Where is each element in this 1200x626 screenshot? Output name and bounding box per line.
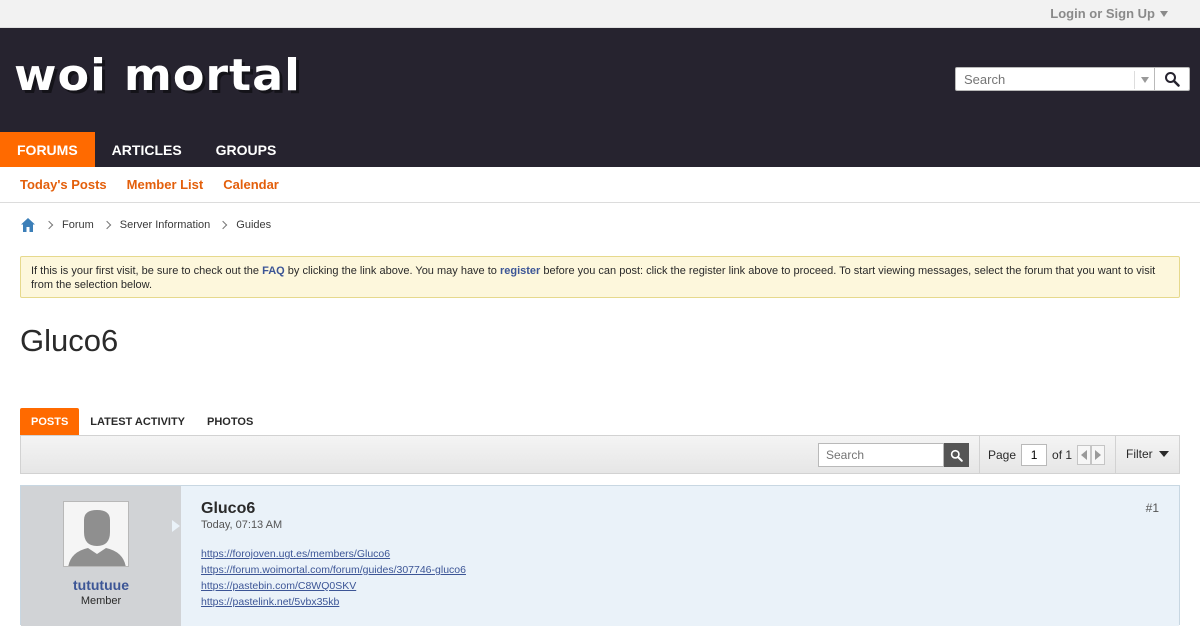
header-search	[955, 67, 1190, 91]
caret-down-icon	[1158, 451, 1169, 457]
post-date: Today, 07:13 AM	[201, 519, 283, 531]
login-label: Login or Sign Up	[1050, 6, 1155, 21]
arrow-right-icon	[1095, 450, 1102, 460]
tab-latest-activity[interactable]: LATEST ACTIVITY	[79, 408, 196, 435]
pagination: Page of 1	[988, 443, 1106, 467]
tab-photos[interactable]: PHOTOS	[196, 408, 264, 435]
post-link[interactable]: https://forojoven.ugt.es/members/Gluco6	[201, 546, 466, 562]
search-options-dropdown[interactable]	[1134, 71, 1154, 89]
subnav-member-list[interactable]: Member List	[127, 177, 204, 192]
sub-nav: Today's Posts Member List Calendar	[0, 167, 1200, 203]
post-link[interactable]: https://pastelink.net/5vbx35kb	[201, 594, 466, 610]
toolbar-search-button[interactable]	[944, 443, 969, 467]
toolbar-search-box	[818, 443, 944, 467]
notice-text: by clicking the link above. You may have…	[284, 265, 500, 277]
post-body: Gluco6 Today, 07:13 AM #1 https://forojo…	[181, 486, 1179, 626]
divider	[1115, 436, 1116, 473]
divider	[979, 436, 980, 473]
caret-down-icon	[1140, 77, 1149, 83]
post-author-name[interactable]: tututuue	[21, 577, 181, 593]
chevron-right-icon	[44, 220, 54, 230]
subnav-todays-posts[interactable]: Today's Posts	[20, 177, 107, 192]
site-logo[interactable]: woi mortal	[14, 49, 301, 100]
header-search-button[interactable]	[1155, 67, 1190, 91]
breadcrumb-forum[interactable]: Forum	[62, 219, 94, 231]
header-search-box	[955, 67, 1155, 91]
filter-button[interactable]: Filter	[1126, 447, 1169, 461]
page-title: Gluco6	[20, 323, 119, 358]
header-search-input[interactable]	[964, 69, 1134, 89]
avatar[interactable]	[63, 501, 129, 567]
search-icon	[950, 449, 963, 462]
home-icon[interactable]	[20, 217, 36, 233]
next-page-button[interactable]	[1091, 445, 1106, 465]
speech-pointer	[172, 520, 180, 532]
site-header: woi mortal woi mortal FORUMS ARTICLES GR…	[0, 28, 1200, 167]
register-link[interactable]: register	[500, 265, 540, 277]
subnav-calendar[interactable]: Calendar	[223, 177, 279, 192]
first-visit-notice: If this is your first visit, be sure to …	[20, 256, 1180, 298]
toolbar-search-input[interactable]	[826, 448, 936, 462]
posts-toolbar: Page of 1 Filter	[20, 435, 1180, 474]
breadcrumb: Forum Server Information Guides	[20, 217, 271, 233]
nav-tab-articles[interactable]: ARTICLES	[95, 132, 199, 167]
post: tututuue Member Gluco6 Today, 07:13 AM #…	[20, 485, 1180, 626]
post-author-role: Member	[80, 595, 122, 607]
page-count: of 1	[1052, 448, 1073, 462]
chevron-right-icon	[219, 220, 228, 230]
toolbar-search	[818, 443, 969, 467]
profile-tabs: POSTS LATEST ACTIVITY PHOTOS	[20, 408, 264, 435]
search-icon	[1165, 72, 1180, 87]
main-nav: FORUMS ARTICLES GROUPS	[0, 132, 293, 167]
post-link[interactable]: https://forum.woimortal.com/forum/guides…	[201, 562, 466, 578]
faq-link[interactable]: FAQ	[262, 265, 285, 277]
post-number[interactable]: #1	[1146, 501, 1159, 515]
page-arrows	[1077, 445, 1106, 465]
chevron-right-icon	[102, 220, 112, 230]
post-link[interactable]: https://pastebin.com/C8WQ0SKV	[201, 578, 466, 594]
breadcrumb-guides[interactable]: Guides	[236, 219, 271, 231]
prev-page-button[interactable]	[1077, 445, 1092, 465]
post-title[interactable]: Gluco6	[201, 500, 255, 518]
tab-posts[interactable]: POSTS	[20, 408, 80, 435]
filter-label: Filter	[1126, 447, 1153, 461]
page-label: Page	[988, 448, 1017, 462]
breadcrumb-server-information[interactable]: Server Information	[120, 219, 210, 231]
arrow-left-icon	[1081, 450, 1088, 460]
default-avatar-icon	[64, 502, 128, 566]
page-number-input[interactable]	[1021, 444, 1048, 466]
login-signup-link[interactable]: Login or Sign Up	[1050, 6, 1168, 21]
caret-down-icon	[1160, 11, 1168, 17]
post-content: https://forojoven.ugt.es/members/Gluco6 …	[201, 546, 466, 610]
nav-tab-groups[interactable]: GROUPS	[199, 132, 294, 167]
notice-text: If this is your first visit, be sure to …	[31, 265, 263, 277]
post-author-panel: tututuue Member	[21, 486, 181, 626]
top-bar: Login or Sign Up	[0, 0, 1200, 28]
nav-tab-forums[interactable]: FORUMS	[0, 132, 95, 167]
